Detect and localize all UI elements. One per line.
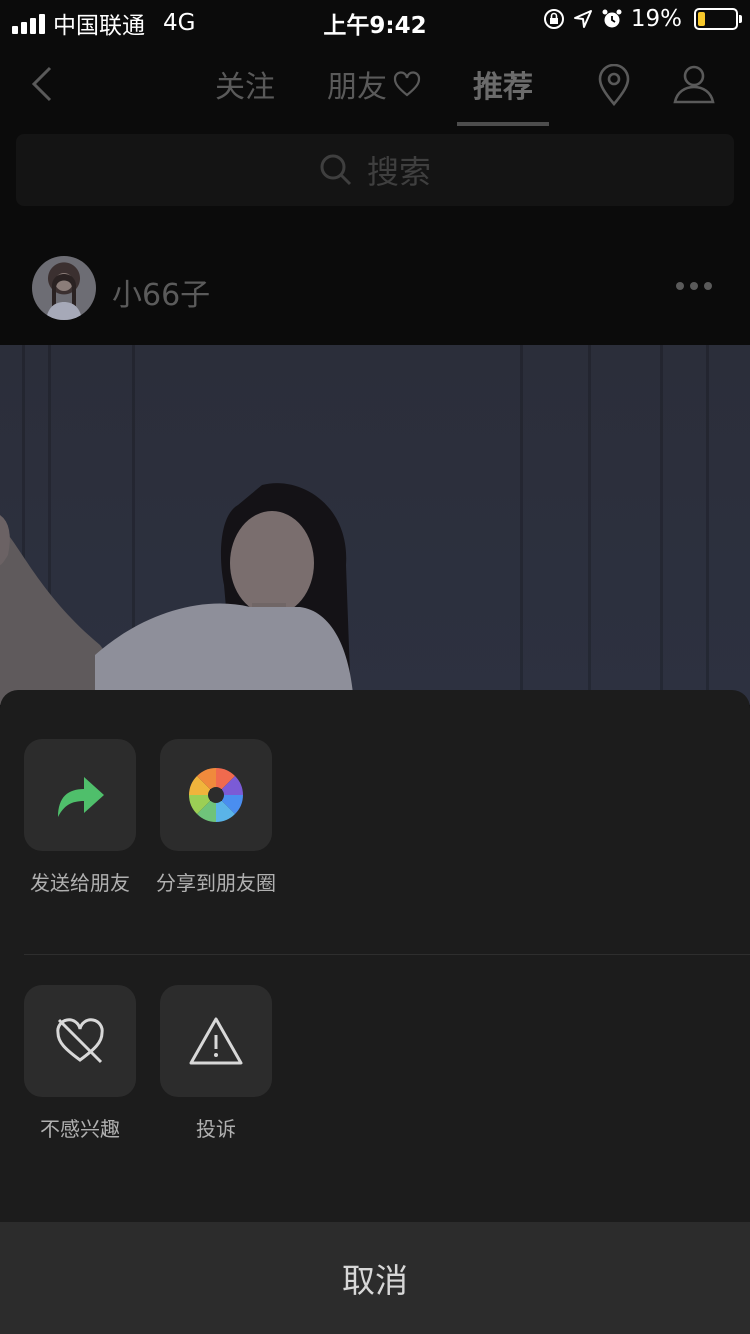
post-header: 小66子 [32,256,722,322]
search-icon [320,154,352,186]
back-icon[interactable] [28,64,56,104]
tab-bar: 关注 朋友 推荐 [215,62,549,126]
active-tab-indicator [457,122,549,126]
forward-arrow-icon [58,777,104,817]
moments-shutter-icon [189,768,243,822]
profile-icon[interactable] [672,64,716,104]
top-nav: 关注 朋友 推荐 [0,42,750,126]
report-action[interactable]: 投诉 [160,985,272,1142]
share-actions-row: 发送给朋友 分享到朋友圈 [24,739,276,896]
send-to-friend-label: 发送给朋友 [30,871,130,895]
share-sheet: 发送给朋友 分享到朋友圈 不感兴趣 投诉 取消 [0,690,750,1334]
cancel-button[interactable]: 取消 [0,1222,750,1334]
alarm-icon [602,9,622,28]
status-bar: 中国联通 4G 上午9:42 19% [0,0,750,40]
broken-heart-icon [56,1018,104,1064]
search-bar[interactable]: 搜索 [16,134,734,206]
send-to-friend-tile[interactable] [24,739,136,851]
report-label: 投诉 [196,1117,236,1141]
heart-icon [393,71,421,97]
location-pin-icon[interactable] [596,64,632,106]
post-media[interactable] [0,345,750,705]
avatar[interactable] [32,256,96,320]
report-tile[interactable] [160,985,272,1097]
sheet-divider [24,954,750,955]
share-to-moments-tile[interactable] [160,739,272,851]
location-arrow-icon [573,10,592,28]
battery-level [698,12,705,26]
share-to-moments-action[interactable]: 分享到朋友圈 [156,739,276,896]
rotation-lock-icon [543,9,564,29]
tab-following[interactable]: 关注 [215,62,275,106]
tab-friends-label: 朋友 [327,70,387,105]
not-interested-action[interactable]: 不感兴趣 [24,985,136,1142]
other-actions-row: 不感兴趣 投诉 [24,985,272,1142]
warning-triangle-icon [189,1017,243,1065]
post-username[interactable]: 小66子 [112,270,210,314]
battery-percent: 19% [630,6,682,32]
video-frame-figure [0,483,354,705]
share-to-moments-label: 分享到朋友圈 [156,871,276,895]
search-placeholder: 搜索 [366,153,431,191]
tab-recommended[interactable]: 推荐 [457,62,549,126]
tab-following-label: 关注 [215,70,275,105]
screen: 中国联通 4G 上午9:42 19% 关注 朋友 推荐 搜索 小66子 发送给朋… [0,0,750,1334]
battery-icon [694,8,742,30]
tab-friends[interactable]: 朋友 [327,62,421,106]
not-interested-tile[interactable] [24,985,136,1097]
not-interested-label: 不感兴趣 [40,1117,120,1141]
send-to-friend-action[interactable]: 发送给朋友 [24,739,136,896]
more-options-icon[interactable] [676,282,712,290]
avatar-portrait [46,273,82,320]
tab-recommended-label: 推荐 [473,70,533,105]
status-right: 19% [543,6,742,32]
